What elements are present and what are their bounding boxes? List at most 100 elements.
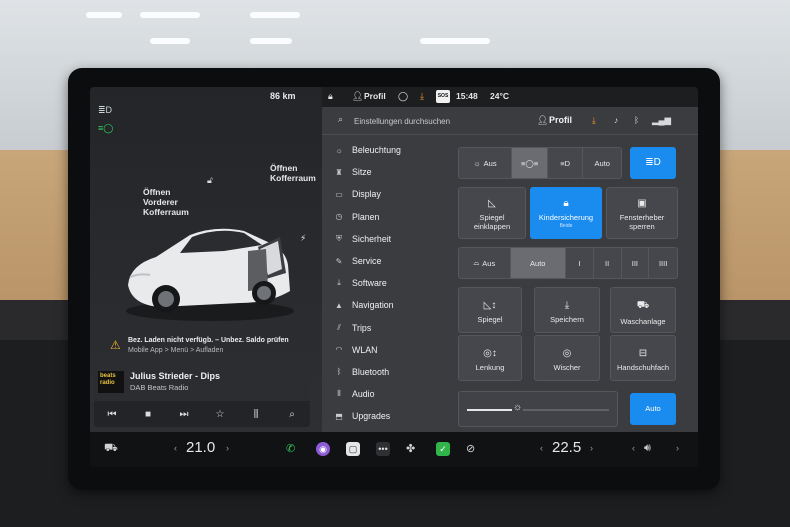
ceiling-light xyxy=(250,12,300,18)
mirror-adjust-button[interactable]: ◺↕ Spiegel xyxy=(458,287,522,333)
lock-status-icon[interactable]: 🔒︎ xyxy=(328,91,333,102)
wiper-speed-1[interactable]: I xyxy=(566,248,594,278)
nav-item-service[interactable]: ✎ Service xyxy=(334,250,444,272)
glovebox-icon: ⊟ xyxy=(638,348,648,359)
driver-temp-down-icon[interactable]: ‹ xyxy=(174,443,177,453)
nav-item-wlan[interactable]: ◠ WLAN xyxy=(334,339,444,361)
settings-nav: ☼ Beleuchtung ♜ Sitze ▭ Display ◷ Planen ⛨ Si… xyxy=(334,139,444,427)
steering-adjust-button[interactable]: ◎↕ Lenkung xyxy=(458,335,522,381)
bluetooth-icon[interactable]: ᛒ xyxy=(634,115,639,125)
child-lock-button[interactable]: 🔒︎ Kindersicherung Beide xyxy=(530,187,602,239)
steering-wheel-icon: ◎↕ xyxy=(483,348,497,359)
mirror-fold-button[interactable]: ◺ Spiegel einklappen xyxy=(458,187,526,239)
car-wash-button[interactable]: ⛟ Waschanlage xyxy=(610,287,676,333)
next-icon[interactable]: ⏭︎ xyxy=(174,409,194,420)
passenger-temp-up-icon[interactable]: › xyxy=(590,443,593,453)
nav-item-software[interactable]: ⤓ Software xyxy=(334,272,444,294)
nav-item-display[interactable]: ▭ Display xyxy=(334,183,444,205)
nav-item-bluetooth[interactable]: ᛒ Bluetooth xyxy=(334,361,444,383)
car-status-icons: ≣D ≡◯ xyxy=(98,105,114,133)
lights-auto-option[interactable]: Auto xyxy=(583,148,621,178)
bell-icon[interactable]: ♪ xyxy=(614,115,618,125)
touchscreen-bezel: ≣D ≡◯ 86 km Öffnen Vorderer Kofferraum Ö… xyxy=(68,68,720,490)
light-icon: ☼ xyxy=(473,158,481,168)
high-beam-button[interactable]: ≣D xyxy=(630,147,676,179)
wiper-speed-3[interactable]: III xyxy=(622,248,650,278)
fan-icon[interactable]: ✤ xyxy=(406,442,415,455)
settings-profile-button[interactable]: Profil xyxy=(549,115,572,125)
sos-badge[interactable]: SOS xyxy=(436,90,450,103)
window-lock-button[interactable]: ▣ Fensterheber sperren xyxy=(606,187,678,239)
volume-up-icon[interactable]: › xyxy=(676,443,679,453)
settings-panel: ⌕ 👤︎ Profil ⤓ ♪ ᛒ ▂▄▆ ☼Beleuchtung ♜Sitz… xyxy=(322,107,698,432)
settings-search-input[interactable] xyxy=(354,113,514,129)
equalizer-icon[interactable]: ⫼ xyxy=(246,409,266,420)
outside-temperature: 24°C xyxy=(490,91,509,101)
wiper-speed-4[interactable]: IIII xyxy=(649,248,677,278)
lights-off-option[interactable]: ☼ Aus xyxy=(459,148,513,178)
car-visualization-panel: ≣D ≡◯ 86 km Öffnen Vorderer Kofferraum Ö… xyxy=(90,87,322,432)
touchscreen-display: ≣D ≡◯ 86 km Öffnen Vorderer Kofferraum Ö… xyxy=(90,87,698,467)
nav-item-navigation[interactable]: ▲ Navigation xyxy=(334,294,444,316)
more-apps-icon[interactable]: ••• xyxy=(376,442,390,456)
wiper-auto-option[interactable]: Auto xyxy=(510,248,567,278)
parking-light-icon: ≡◯ xyxy=(98,123,114,133)
app-launcher-icon[interactable]: ▢ xyxy=(346,442,360,456)
defrost-off-icon[interactable]: ⊘ xyxy=(466,442,475,455)
camera-app-icon[interactable]: ◉ xyxy=(316,442,330,456)
passenger-temperature[interactable]: 22.5 xyxy=(552,439,581,456)
nav-item-audio[interactable]: ⦀ Audio xyxy=(334,383,444,405)
search-icon[interactable]: ⌕ xyxy=(282,409,302,420)
car-icon[interactable]: ⛟ xyxy=(104,442,118,456)
download-icon: ⤓ xyxy=(337,278,341,288)
update-download-icon[interactable]: ⤓ xyxy=(420,91,424,102)
nav-item-upgrades[interactable]: ⬒ Upgrades xyxy=(334,405,444,427)
ceiling-light xyxy=(250,38,292,44)
save-icon: ⤓ xyxy=(564,300,570,311)
glovebox-button[interactable]: ⊟ Handschuhfach xyxy=(610,335,676,381)
volume-down-icon[interactable]: ‹ xyxy=(632,443,635,453)
driver-temperature[interactable]: 21.0 xyxy=(186,439,215,456)
favorite-icon[interactable]: ☆ xyxy=(210,409,230,420)
lights-on-option[interactable]: ≡D xyxy=(548,148,584,178)
wiper-off-option[interactable]: ⌓ Aus xyxy=(459,248,511,278)
upgrades-icon: ⬒ xyxy=(335,411,343,421)
lock-icon[interactable]: 🔓︎ xyxy=(207,175,213,186)
save-position-button[interactable]: ⤓ Speichern xyxy=(534,287,600,333)
nav-item-trips[interactable]: ⫽ Trips xyxy=(334,317,444,339)
slider-fill xyxy=(467,409,512,411)
open-rear-trunk-button[interactable]: Öffnen Kofferraum xyxy=(270,163,316,183)
profile-label[interactable]: Profil xyxy=(364,91,386,101)
wiper-segmented-control: ⌓ Aus Auto I II III IIII xyxy=(458,247,678,279)
wiper-service-button[interactable]: ◎ Wischer xyxy=(534,335,600,381)
driver-temp-up-icon[interactable]: › xyxy=(226,443,229,453)
calendar-icon[interactable]: ✓ xyxy=(436,442,450,456)
lock-icon: ⛨ xyxy=(336,233,342,243)
brightness-slider[interactable]: ☼ xyxy=(458,391,618,427)
charging-alert[interactable]: ⚠︎ Bez. Laden nicht verfügb. – Unbez. Sa… xyxy=(110,337,320,357)
nav-item-sicherheit[interactable]: ⛨ Sicherheit xyxy=(334,228,444,250)
volume-icon[interactable]: 🔊︎ xyxy=(644,442,651,455)
station-name: DAB Beats Radio xyxy=(130,383,189,392)
station-logo: beats radio xyxy=(98,371,124,393)
nav-item-beleuchtung[interactable]: ☼ Beleuchtung xyxy=(334,139,444,161)
range-display: 86 km xyxy=(270,91,296,101)
wifi-icon: ◠ xyxy=(335,345,343,355)
phone-icon[interactable]: ✆ xyxy=(286,442,295,455)
profile-icon: 👤︎ xyxy=(352,91,364,101)
download-icon[interactable]: ⤓ xyxy=(592,115,596,126)
charge-port-icon[interactable]: ⚡︎ xyxy=(300,233,306,244)
wiper-speed-2[interactable]: II xyxy=(594,248,622,278)
lights-parking-option[interactable]: ≡◯≡ xyxy=(512,148,548,178)
ceiling-light xyxy=(140,12,200,18)
high-beam-icon: ≣D xyxy=(645,157,661,168)
brightness-auto-button[interactable]: Auto xyxy=(630,393,676,425)
display-icon: ▭ xyxy=(335,189,343,199)
alert-hint: Mobile App > Menü > Aufladen xyxy=(128,347,224,354)
wrench-icon: ✎ xyxy=(335,256,343,266)
stop-icon[interactable]: ■ xyxy=(138,409,158,420)
previous-icon[interactable]: ⏮︎ xyxy=(102,409,122,420)
passenger-temp-down-icon[interactable]: ‹ xyxy=(540,443,543,453)
nav-item-planen[interactable]: ◷ Planen xyxy=(334,206,444,228)
nav-item-sitze[interactable]: ♜ Sitze xyxy=(334,161,444,183)
